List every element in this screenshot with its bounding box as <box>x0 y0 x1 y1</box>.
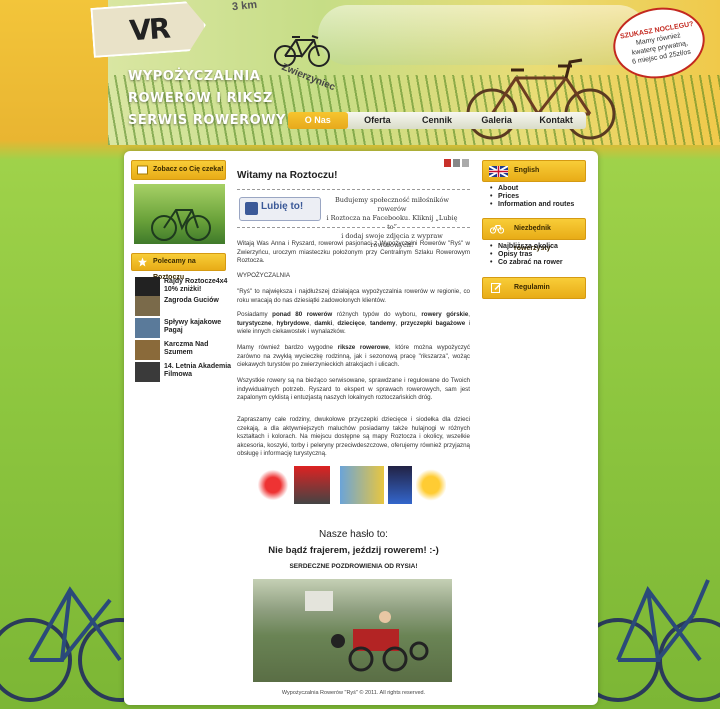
recommend-item-splywy[interactable]: Spływy kajakowe Pagaj <box>135 318 230 338</box>
header: VR 3 km Zwierzyniec WYPOŻYCZALNIA ROWERÓ… <box>0 0 720 145</box>
bike-sign-icon <box>274 35 330 67</box>
rickshaw-paragraph: Mamy również bardzo wygodne riksze rower… <box>237 344 470 370</box>
footer-copyright: Wypożyczalnia Rowerów "Ryś" © 2011. All … <box>281 690 426 696</box>
nav-item-o-nas[interactable]: O Nas <box>288 112 348 129</box>
service-paragraph: Wszystkie rowery są na bieżąco serwisowa… <box>237 377 470 401</box>
nav-item-galeria[interactable]: Galeria <box>467 112 527 129</box>
brand-title: WYPOŻYCZALNIA ROWERÓW I RIKSZ SERWIS ROW… <box>128 66 288 132</box>
bike-photo-drawing <box>151 209 211 241</box>
welcome-paragraph: Witają Was Anna i Ryszard, rowerowi pasj… <box>237 240 470 264</box>
recommend-item-zagroda[interactable]: Zagroda Guciów <box>135 296 230 316</box>
brand-line-1: WYPOŻYCZALNIA <box>128 69 261 84</box>
english-links: About Prices Information and routes <box>489 185 574 209</box>
motto-label: Nasze hasło to: <box>319 529 388 540</box>
child-trailer-image[interactable] <box>294 466 330 504</box>
fleet-text: różnych typów do wyboru, <box>332 311 422 318</box>
email-icon[interactable] <box>462 159 469 167</box>
recommend-item-akademia[interactable]: 14. Letnia Akademia Filmowa <box>135 362 232 382</box>
rickshaw-photo-drawing <box>305 591 429 672</box>
greeting: SERDECZNE POZDROWIENIA OD RYSIA! <box>289 563 418 570</box>
slogan: Nie bądź frajerem, jeździj rowerem! :-) <box>268 545 439 556</box>
fleet-text: , <box>468 311 470 318</box>
recommend-item-label: Karczma Nad Szumem <box>164 341 209 356</box>
divider <box>237 227 470 228</box>
main-nav: O Nas Oferta Cennik Galeria Kontakt <box>288 112 586 129</box>
uk-flag-icon <box>489 166 508 177</box>
intro-paragraph: "Ryś" to największa i najdłuższej działa… <box>237 288 470 304</box>
recommend-item-label: 14. Letnia Akademia Filmowa <box>164 363 232 378</box>
fleet-bold: ponad 80 rowerów <box>272 311 333 318</box>
fleet-paragraph: Posiadamy ponad 80 rowerów różnych typów… <box>237 311 470 337</box>
fleet-bold: dziecięce <box>337 319 365 327</box>
pencil-icon <box>491 282 502 293</box>
english-header[interactable]: English <box>482 160 586 182</box>
document-tools <box>444 159 469 167</box>
akademia-thumbnail <box>135 362 160 382</box>
rickshaw-bold: riksze rowerowe <box>337 344 389 351</box>
facebook-invite-line-1: Budujemy społeczność miłośników rowerów <box>335 196 449 213</box>
gear-images <box>256 466 446 504</box>
recommend-item-karczma[interactable]: Karczma Nad Szumem <box>135 340 230 360</box>
brand-line-3: SERWIS ROWEROWY <box>128 113 286 128</box>
link-about[interactable]: About <box>490 185 574 193</box>
rules-header[interactable]: Regulamin <box>482 277 586 299</box>
recommend-item-label: Spływy kajakowe Pagaj <box>164 319 222 334</box>
karczma-thumbnail <box>135 340 160 360</box>
link-route-descriptions[interactable]: Opisy tras <box>490 251 563 259</box>
see-what-awaits-header[interactable]: Zobacz co Cię czeka! <box>131 160 226 180</box>
recommend-item-rajdy[interactable]: Rajdy Roztocze4x4 10% zniżki! <box>135 277 230 297</box>
kayak-thumbnail <box>135 318 160 338</box>
cyclist-guide-header[interactable]: Niezbędnik rowerzysty <box>482 218 586 252</box>
cyclist-guide-links: Najbliższa okolica Opisy tras Co zabrać … <box>489 243 563 267</box>
bike-lamp-image[interactable] <box>416 466 446 504</box>
english-label: English <box>514 167 540 174</box>
photo-frame-icon <box>137 165 148 175</box>
star-icon <box>138 257 147 267</box>
rysia-photo[interactable] <box>253 579 452 682</box>
facebook-like-label: Lubię to! <box>261 201 304 212</box>
map-image[interactable] <box>340 466 384 504</box>
bike-right-decoration <box>598 579 720 702</box>
nav-item-kontakt[interactable]: Kontakt <box>526 112 586 129</box>
helmet-image[interactable] <box>256 466 290 504</box>
fleet-text: Posiadamy <box>237 311 273 318</box>
bicycle-icon <box>490 225 504 234</box>
fleet-bold: rowery górskie <box>421 311 469 318</box>
logo-sign[interactable]: VR <box>90 0 207 58</box>
recommend-item-label: Zagroda Guciów <box>164 297 219 304</box>
link-info-routes[interactable]: Information and routes <box>490 201 574 209</box>
pdf-icon[interactable] <box>444 159 451 167</box>
recommend-item-label: Rajdy Roztocze4x4 10% zniżki! <box>164 278 228 293</box>
rules-label: Regulamin <box>514 284 550 291</box>
facebook-like-button[interactable]: Lubię to! <box>239 197 321 221</box>
print-icon[interactable] <box>453 159 460 167</box>
page-title: Witamy na Roztoczu! <box>237 170 338 181</box>
zagroda-thumbnail <box>135 296 160 316</box>
fleet-bold: damki <box>314 319 333 327</box>
family-paragraph: Zapraszamy całe rodziny, dwukołowe przyc… <box>237 416 470 457</box>
bike-left-decoration <box>0 586 124 702</box>
fleet-bold: turystyczne <box>237 319 272 327</box>
brand-line-2: ROWERÓW I RIKSZ <box>128 91 273 106</box>
fleet-bold: tandemy <box>369 319 396 327</box>
link-what-to-take[interactable]: Co zabrać na rower <box>490 259 563 267</box>
recommend-header[interactable]: Polecamy na Roztoczu <box>131 253 226 281</box>
rajdy-logo-thumbnail <box>135 277 160 297</box>
section-heading: WYPOŻYCZALNIA <box>237 272 290 279</box>
rickshaw-text: Mamy również bardzo wygodne <box>237 344 338 351</box>
facebook-invite-line-2: i Roztocza na Facebooku. Kliknij „Lubię … <box>326 214 458 231</box>
fleet-bold: hybrydowe <box>276 319 310 327</box>
nav-item-oferta[interactable]: Oferta <box>348 112 408 129</box>
see-what-awaits-label: Zobacz co Cię czeka! <box>153 166 224 173</box>
bike-photo-thumbnail[interactable] <box>134 184 225 244</box>
divider <box>237 189 470 190</box>
link-prices[interactable]: Prices <box>490 193 574 201</box>
logo-mark: VR <box>128 11 170 47</box>
tandem-bike-image <box>466 58 616 140</box>
nav-item-cennik[interactable]: Cennik <box>407 112 467 129</box>
thumbs-up-icon <box>245 202 258 215</box>
link-nearby[interactable]: Najbliższa okolica <box>490 243 563 251</box>
fleet-bold: przyczepki bagażowe <box>400 319 466 327</box>
child-seat-image[interactable] <box>388 466 412 504</box>
